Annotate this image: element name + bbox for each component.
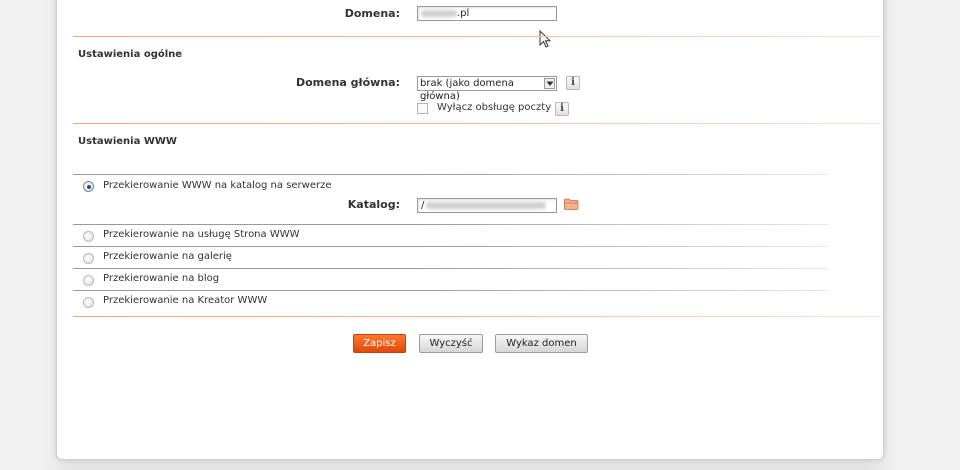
radio-kreator-www[interactable] bbox=[83, 297, 94, 308]
radio-label-galeria: Przekierowanie na galerię bbox=[103, 251, 232, 262]
directory-label: Katalog: bbox=[347, 198, 400, 211]
domain-list-button[interactable]: Wykaz domen bbox=[495, 334, 588, 353]
directory-redacted bbox=[426, 201, 547, 209]
divider bbox=[73, 290, 408, 291]
folder-icon[interactable] bbox=[564, 198, 579, 210]
radio-galeria[interactable] bbox=[83, 253, 94, 264]
radio-label-www-directory: Przekierowanie WWW na katalog na serwerz… bbox=[103, 180, 332, 191]
domain-suffix: .pl bbox=[457, 8, 470, 19]
radio-label-blog: Przekierowanie na blog bbox=[103, 273, 220, 284]
divider bbox=[73, 268, 408, 269]
clear-button[interactable]: Wyczyść bbox=[419, 334, 483, 353]
disable-mail-label: Wyłącz obsługę poczty bbox=[437, 102, 552, 113]
domain-field[interactable]: .pl bbox=[417, 6, 557, 21]
radio-selected-dot bbox=[86, 184, 91, 189]
radio-label-kreator-www: Przekierowanie na Kreator WWW bbox=[103, 295, 268, 306]
info-icon[interactable]: i bbox=[555, 102, 569, 116]
radio-strona-www[interactable] bbox=[83, 231, 94, 242]
divider bbox=[73, 174, 408, 175]
mouse-pointer-icon bbox=[539, 30, 552, 48]
divider bbox=[73, 316, 880, 317]
divider bbox=[408, 268, 828, 269]
domain-redacted bbox=[421, 9, 457, 17]
general-settings-title: Ustawienia ogólne bbox=[78, 49, 183, 60]
divider bbox=[408, 174, 828, 175]
www-settings-title: Ustawienia WWW bbox=[78, 136, 177, 147]
divider bbox=[408, 224, 828, 225]
disable-mail-checkbox[interactable] bbox=[417, 103, 428, 114]
info-icon[interactable]: i bbox=[566, 76, 580, 90]
radio-blog[interactable] bbox=[83, 275, 94, 286]
divider bbox=[408, 290, 828, 291]
radio-www-directory[interactable] bbox=[83, 181, 94, 192]
directory-field[interactable]: / bbox=[417, 198, 557, 213]
radio-label-strona-www: Przekierowanie na usługę Strona WWW bbox=[103, 229, 300, 240]
domain-label: Domena: bbox=[344, 7, 400, 20]
main-domain-select[interactable]: brak (jako domena główna) bbox=[417, 76, 557, 102]
divider bbox=[73, 123, 880, 124]
chevron-down-icon[interactable] bbox=[544, 78, 555, 89]
divider bbox=[73, 36, 880, 37]
divider bbox=[73, 246, 408, 247]
save-button[interactable]: Zapisz bbox=[353, 334, 406, 353]
divider bbox=[73, 224, 408, 225]
main-domain-label: Domena główna: bbox=[295, 76, 400, 89]
directory-prefix: / bbox=[421, 200, 425, 211]
divider bbox=[408, 246, 828, 247]
